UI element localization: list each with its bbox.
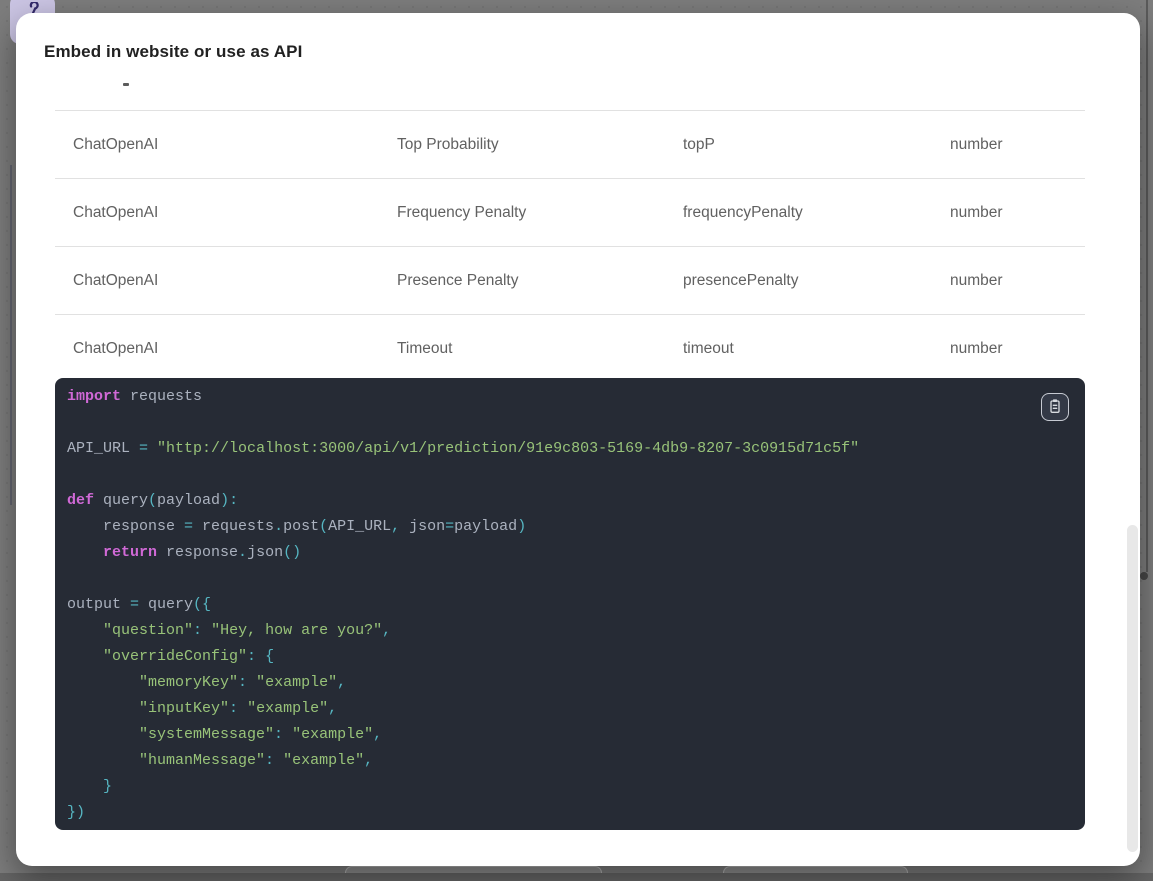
table-row: ChatOpenAI Presence Penalty presencePenalt… bbox=[55, 246, 1085, 314]
property-cell: timeout bbox=[683, 340, 734, 358]
node-name-cell: ChatOpenAI bbox=[73, 272, 158, 290]
code-line: return response.json() bbox=[67, 540, 859, 566]
background-edge-handle bbox=[1140, 572, 1148, 580]
type-cell: number bbox=[950, 340, 1003, 358]
table-row: ChatOpenAI Frequency Penalty frequencyPena… bbox=[55, 178, 1085, 246]
code-line: "humanMessage": "example", bbox=[67, 748, 859, 774]
background-edge-left bbox=[10, 165, 12, 505]
code-line: "memoryKey": "example", bbox=[67, 670, 859, 696]
code-line bbox=[67, 566, 859, 592]
python-code-block: import requests API_URL = "http://localho… bbox=[55, 378, 1085, 830]
code-content: import requests API_URL = "http://localho… bbox=[67, 384, 859, 826]
code-line bbox=[67, 462, 859, 488]
screen: Embed in website or use as API ChatOpenA… bbox=[0, 0, 1153, 881]
override-config-table: ChatOpenAITop ProbabilitytopPnumberChatO… bbox=[55, 110, 1085, 382]
label-cell: Top Probability bbox=[397, 136, 499, 154]
code-line: "systemMessage": "example", bbox=[67, 722, 859, 748]
clipped-row-fragment bbox=[123, 83, 129, 86]
dialog-title: Embed in website or use as API bbox=[44, 40, 302, 64]
label-cell: Presence Penalty bbox=[397, 272, 519, 290]
code-line: def query(payload): bbox=[67, 488, 859, 514]
property-cell: presencePenalty bbox=[683, 272, 798, 290]
code-line: } bbox=[67, 774, 859, 800]
embed-api-dialog: Embed in website or use as API ChatOpenA… bbox=[16, 13, 1140, 866]
node-name-cell: ChatOpenAI bbox=[73, 204, 158, 222]
code-line: "inputKey": "example", bbox=[67, 696, 859, 722]
property-cell: topP bbox=[683, 136, 715, 154]
clipboard-icon bbox=[1047, 398, 1063, 417]
property-cell: frequencyPenalty bbox=[683, 204, 803, 222]
node-name-cell: ChatOpenAI bbox=[73, 136, 158, 154]
code-line: output = query({ bbox=[67, 592, 859, 618]
code-line bbox=[67, 410, 859, 436]
code-line: API_URL = "http://localhost:3000/api/v1/… bbox=[67, 436, 859, 462]
modal-scrollbar-thumb[interactable] bbox=[1127, 525, 1138, 852]
copy-code-button[interactable] bbox=[1041, 393, 1069, 421]
type-cell: number bbox=[950, 136, 1003, 154]
code-line: "overrideConfig": { bbox=[67, 644, 859, 670]
code-line: import requests bbox=[67, 384, 859, 410]
node-name-cell: ChatOpenAI bbox=[73, 340, 158, 358]
code-line: "question": "Hey, how are you?", bbox=[67, 618, 859, 644]
table-row: ChatOpenAI Timeout timeout number bbox=[55, 314, 1085, 382]
label-cell: Frequency Penalty bbox=[397, 204, 526, 222]
label-cell: Timeout bbox=[397, 340, 452, 358]
table-row: ChatOpenAI Top Probability topP number bbox=[55, 110, 1085, 178]
background-footer-strip bbox=[0, 873, 1153, 881]
code-line: }) bbox=[67, 800, 859, 826]
background-edge-right bbox=[1146, 0, 1148, 572]
code-line: response = requests.post(API_URL, json=p… bbox=[67, 514, 859, 540]
type-cell: number bbox=[950, 204, 1003, 222]
type-cell: number bbox=[950, 272, 1003, 290]
